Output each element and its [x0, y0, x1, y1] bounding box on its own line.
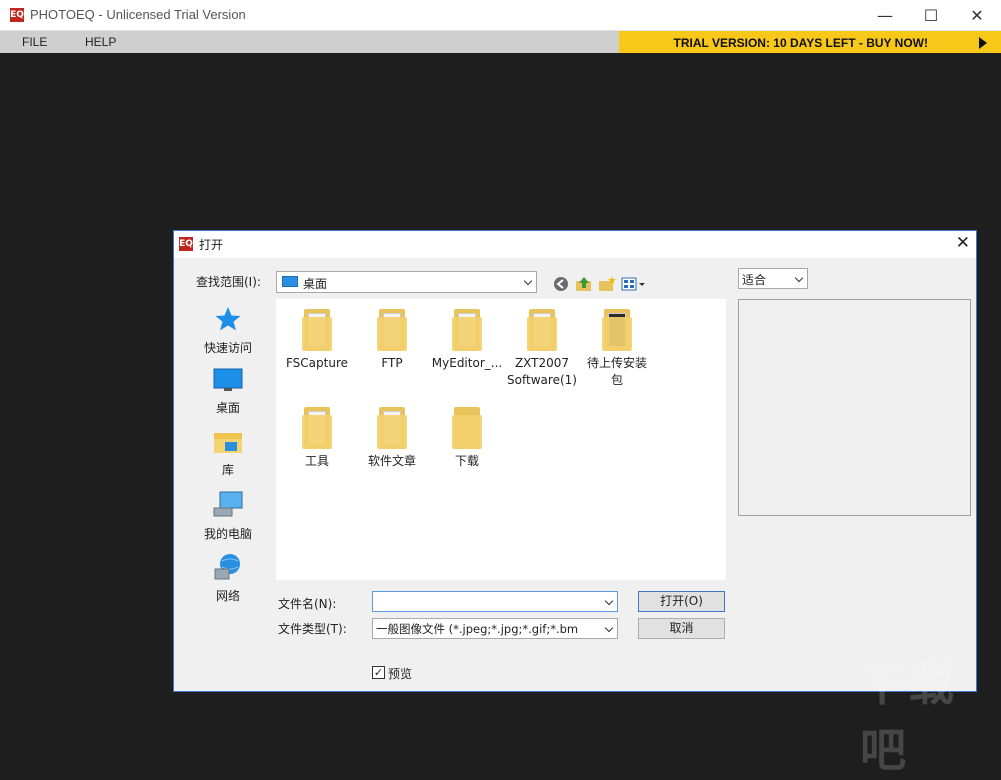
place-label: 库 [221, 463, 234, 477]
menu-file[interactable]: FILE [22, 35, 47, 49]
place-quick-access[interactable]: 快速访问 [176, 305, 280, 356]
folder-item[interactable]: ZXT2007 Software(1) [504, 309, 580, 389]
filename-input[interactable] [372, 591, 618, 612]
file-list[interactable]: FSCapture FTP MyEditor_... ZXT2007 Softw… [276, 299, 726, 580]
look-in-select[interactable]: 桌面 [276, 271, 537, 293]
folder-item[interactable]: FSCapture [279, 309, 355, 372]
folder-label: ZXT2007 Software(1) [507, 356, 577, 387]
folder-icon [302, 309, 332, 351]
chevron-down-icon [523, 276, 533, 286]
zoom-select[interactable]: 适合 [738, 268, 808, 289]
watermark: 下载吧 [860, 657, 956, 777]
folder-icon [377, 407, 407, 449]
network-icon [214, 554, 240, 580]
folder-item[interactable]: 下载 [429, 407, 505, 470]
filetype-select[interactable]: 一般图像文件 (*.jpeg;*.jpg;*.gif;*.bm [372, 618, 618, 639]
folder-label: 工具 [304, 454, 329, 468]
folder-item[interactable]: 工具 [279, 407, 355, 470]
chevron-down-icon [794, 273, 804, 283]
minimize-button[interactable]: — [862, 0, 908, 31]
close-button[interactable]: ✕ [954, 0, 1000, 31]
preview-pane [738, 299, 971, 516]
look-in-value: 桌面 [303, 277, 328, 291]
cancel-button[interactable]: 取消 [638, 618, 725, 639]
view-menu-icon[interactable] [621, 275, 647, 293]
trial-banner-text[interactable]: TRIAL VERSION: 10 DAYS LEFT - BUY NOW! [674, 36, 928, 50]
zoom-value: 适合 [742, 273, 767, 287]
app-titlebar: EQ PHOTOEQ - Unlicensed Trial Version — … [0, 0, 1001, 31]
library-icon [214, 433, 242, 453]
preview-label[interactable]: 预览 [388, 665, 412, 682]
chevron-down-icon[interactable] [604, 596, 614, 606]
filename-label: 文件名(N): [278, 597, 337, 611]
filetype-label: 文件类型(T): [278, 622, 347, 636]
folder-icon [377, 309, 407, 351]
place-desktop[interactable]: 桌面 [176, 367, 280, 416]
back-icon[interactable] [552, 275, 570, 293]
place-label: 快速访问 [203, 341, 252, 355]
folder-item[interactable]: FTP [354, 309, 430, 372]
folder-icon [452, 407, 482, 449]
place-network[interactable]: 网络 [176, 553, 280, 604]
computer-icon [213, 491, 243, 517]
folder-label: 软件文章 [367, 454, 416, 468]
preview-checkbox[interactable]: ✓ [372, 666, 385, 679]
new-folder-icon[interactable] [598, 275, 616, 293]
places-bar: 快速访问 桌面 库 我的电脑 网络 [176, 299, 272, 657]
place-label: 桌面 [215, 401, 240, 415]
place-label: 我的电脑 [203, 527, 252, 541]
folder-item[interactable]: MyEditor_... [429, 309, 505, 372]
menu-help[interactable]: HELP [85, 35, 116, 49]
look-in-label: 查找范围(I): [196, 275, 261, 289]
folder-label: MyEditor_... [431, 356, 503, 370]
folder-item[interactable]: 软件文章 [354, 407, 430, 470]
open-file-dialog: EQ 打开 ✕ 查找范围(I): 桌面 适合 快速访问 桌面 库 我的电脑 网络… [173, 230, 977, 692]
open-button[interactable]: 打开(O) [638, 591, 725, 612]
app-title: PHOTOEQ - Unlicensed Trial Version [30, 7, 246, 22]
trial-banner[interactable]: TRIAL VERSION: 10 DAYS LEFT - BUY NOW! [619, 31, 1001, 53]
place-library[interactable]: 库 [176, 429, 280, 478]
desktop-icon [213, 368, 243, 391]
place-computer[interactable]: 我的电脑 [176, 491, 280, 542]
chevron-down-icon [604, 623, 614, 633]
place-label: 网络 [215, 589, 240, 603]
maximize-button[interactable]: ☐ [908, 0, 954, 31]
filetype-value: 一般图像文件 (*.jpeg;*.jpg;*.gif;*.bm [376, 622, 579, 636]
play-arrow-icon[interactable] [979, 37, 987, 49]
folder-label: FSCapture [285, 356, 349, 370]
dialog-title: 打开 [199, 238, 224, 252]
dialog-titlebar: EQ 打开 ✕ [174, 231, 976, 258]
dialog-close-button[interactable]: ✕ [956, 233, 970, 253]
folder-icon [302, 407, 332, 449]
desktop-icon [282, 276, 298, 287]
folder-label: 待上传安装包 [586, 356, 647, 387]
folder-item[interactable]: 待上传安装包 [579, 309, 655, 389]
folder-icon [452, 309, 482, 351]
folder-label: FTP [381, 356, 403, 370]
app-logo-icon: EQ [10, 8, 24, 22]
folder-icon [602, 309, 632, 351]
folder-label: 下载 [454, 454, 479, 468]
dialog-logo-icon: EQ [179, 237, 193, 251]
up-folder-icon[interactable] [575, 275, 593, 293]
folder-icon [527, 309, 557, 351]
star-icon [215, 307, 241, 331]
